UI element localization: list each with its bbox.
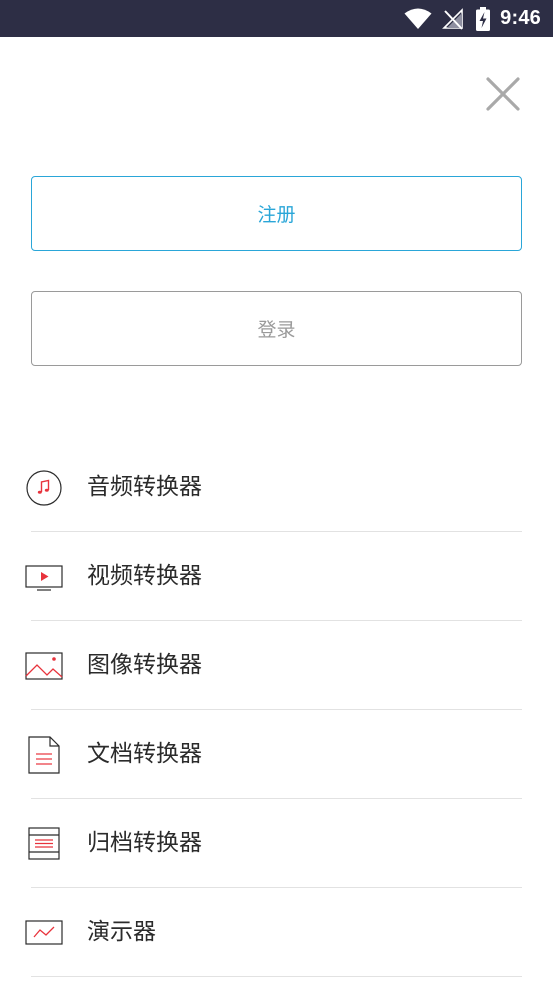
image-icon bbox=[25, 647, 63, 685]
login-button[interactable]: 登录 bbox=[31, 291, 522, 366]
close-icon bbox=[486, 77, 520, 111]
status-bar: 9:46 bbox=[0, 0, 553, 37]
status-icons: 9:46 bbox=[404, 0, 541, 37]
menu-item-label: 视频转换器 bbox=[87, 563, 202, 589]
converter-menu: 音频转换器 视频转换器 图像转换器 文档转换器 归档转换器 演示器 bbox=[0, 443, 553, 977]
menu-item-document-converter[interactable]: 文档转换器 bbox=[0, 710, 553, 799]
archive-icon bbox=[25, 825, 63, 863]
document-icon bbox=[25, 736, 63, 774]
signal-off-icon bbox=[442, 7, 464, 30]
menu-item-video-converter[interactable]: 视频转换器 bbox=[0, 532, 553, 621]
menu-item-label: 演示器 bbox=[87, 919, 156, 945]
menu-item-presentation[interactable]: 演示器 bbox=[0, 888, 553, 977]
register-button[interactable]: 注册 bbox=[31, 176, 522, 251]
video-play-icon bbox=[25, 558, 63, 596]
wifi-icon bbox=[404, 8, 432, 30]
status-time: 9:46 bbox=[500, 7, 541, 29]
menu-item-archive-converter[interactable]: 归档转换器 bbox=[0, 799, 553, 888]
battery-charging-icon bbox=[476, 6, 491, 31]
menu-item-label: 文档转换器 bbox=[87, 741, 202, 767]
close-button[interactable] bbox=[484, 75, 522, 113]
menu-item-label: 归档转换器 bbox=[87, 830, 202, 856]
music-note-icon bbox=[25, 469, 63, 507]
menu-item-label: 图像转换器 bbox=[87, 652, 202, 678]
register-button-label: 注册 bbox=[257, 204, 296, 226]
menu-item-image-converter[interactable]: 图像转换器 bbox=[0, 621, 553, 710]
menu-item-label: 音频转换器 bbox=[87, 474, 202, 500]
presentation-icon bbox=[25, 914, 63, 952]
menu-item-audio-converter[interactable]: 音频转换器 bbox=[0, 443, 553, 532]
divider bbox=[31, 976, 522, 977]
login-button-label: 登录 bbox=[257, 319, 296, 341]
